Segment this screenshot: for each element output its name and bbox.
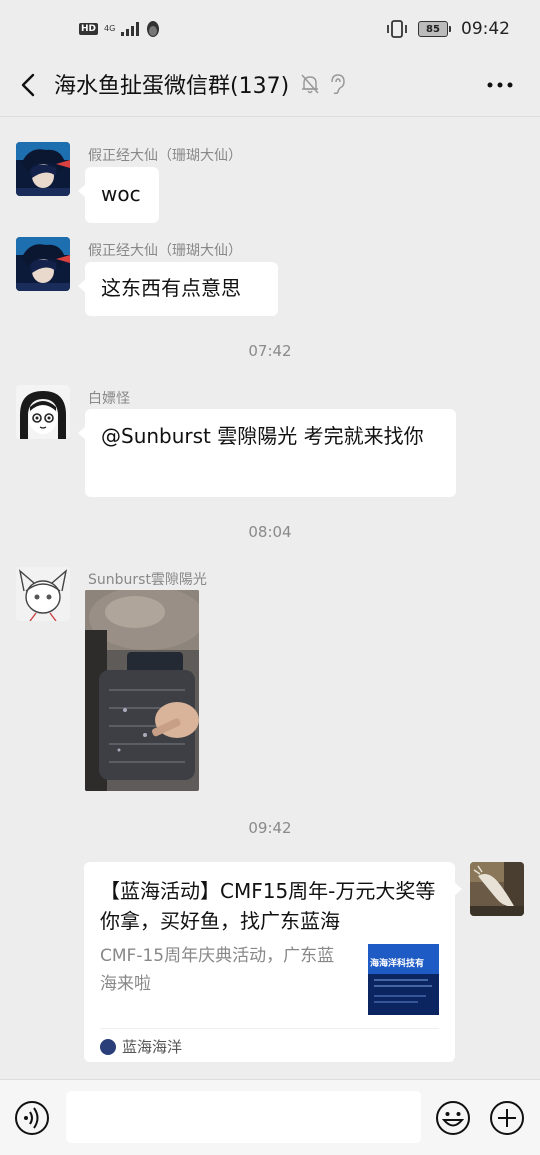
timestamp: 08:04 [248, 523, 292, 541]
status-bar: HD 4G 85 09:42 [0, 0, 540, 62]
message-input[interactable] [66, 1091, 421, 1143]
avatar[interactable] [16, 237, 70, 291]
message-bubble[interactable]: @Sunburst 雲隙陽光 考完就来找你 [78, 409, 456, 497]
timestamp: 07:42 [248, 342, 292, 360]
sender-name: 白嫖怪 [88, 391, 130, 407]
signal-icon [121, 22, 140, 36]
penguin-icon [147, 21, 160, 37]
back-arrow-icon[interactable] [14, 70, 44, 100]
more-options-icon[interactable] [486, 74, 514, 96]
avatar[interactable] [16, 567, 70, 621]
card-source: 蓝海海洋 [100, 1036, 182, 1057]
card-thumb-heading: 海海洋科技有 [370, 959, 425, 969]
status-left: HD 4G [79, 20, 161, 38]
sender-name: Sunburst雲隙陽光 [88, 572, 207, 588]
avatar[interactable] [16, 142, 70, 196]
sender-name: 假正经大仙（珊瑚大仙） [88, 148, 242, 164]
emoji-icon[interactable] [435, 1100, 471, 1136]
link-card[interactable]: 【蓝海活动】CMF15周年-万元大奖等你拿，买好鱼，找广东蓝海 CMF-15周年… [84, 862, 462, 1062]
nav-bar: 海水鱼扯蛋微信群(137) [0, 62, 540, 108]
chat-title: 海水鱼扯蛋微信群(137) [54, 74, 290, 99]
message-text: @Sunburst 雲隙陽光 考完就来找你 [101, 424, 424, 448]
network-type: 4G [104, 24, 116, 33]
hd-badge: HD [79, 23, 99, 35]
mute-bell-icon [301, 74, 319, 94]
message-bubble[interactable]: 这东西有点意思 [78, 262, 278, 316]
card-title: 【蓝海活动】CMF15周年-万元大奖等你拿，买好鱼，找广东蓝海 [100, 879, 436, 933]
card-divider [100, 1028, 439, 1029]
message-text: woc [101, 182, 141, 206]
photo-message[interactable] [85, 590, 199, 791]
avatar[interactable] [16, 385, 70, 439]
message-bubble[interactable]: woc [78, 167, 159, 223]
card-source-name: 蓝海海洋 [122, 1038, 183, 1056]
nav-divider [0, 116, 540, 117]
plus-icon[interactable] [489, 1100, 525, 1136]
source-logo-icon [100, 1038, 116, 1055]
chat-screen: HD 4G 85 09:42 海水鱼扯蛋微信群(137) 假正经大仙（珊瑚大仙）… [0, 0, 540, 1155]
battery-icon: 85 [418, 21, 451, 37]
input-bar [0, 1079, 540, 1155]
timestamp: 09:42 [248, 819, 292, 837]
my-avatar[interactable] [470, 862, 524, 916]
sender-name: 假正经大仙（珊瑚大仙） [88, 243, 242, 259]
status-time: 09:42 [461, 19, 510, 39]
card-description: CMF-15周年庆典活动，广东蓝海来啦 [100, 946, 335, 994]
battery-level: 85 [418, 21, 448, 37]
ear-icon [331, 74, 345, 95]
message-text: 这东西有点意思 [101, 276, 241, 300]
vibrate-icon [387, 20, 407, 38]
card-thumbnail: 海海洋科技有 [368, 944, 439, 1015]
status-right: 85 09:42 [386, 19, 510, 39]
voice-input-icon[interactable] [14, 1100, 50, 1136]
